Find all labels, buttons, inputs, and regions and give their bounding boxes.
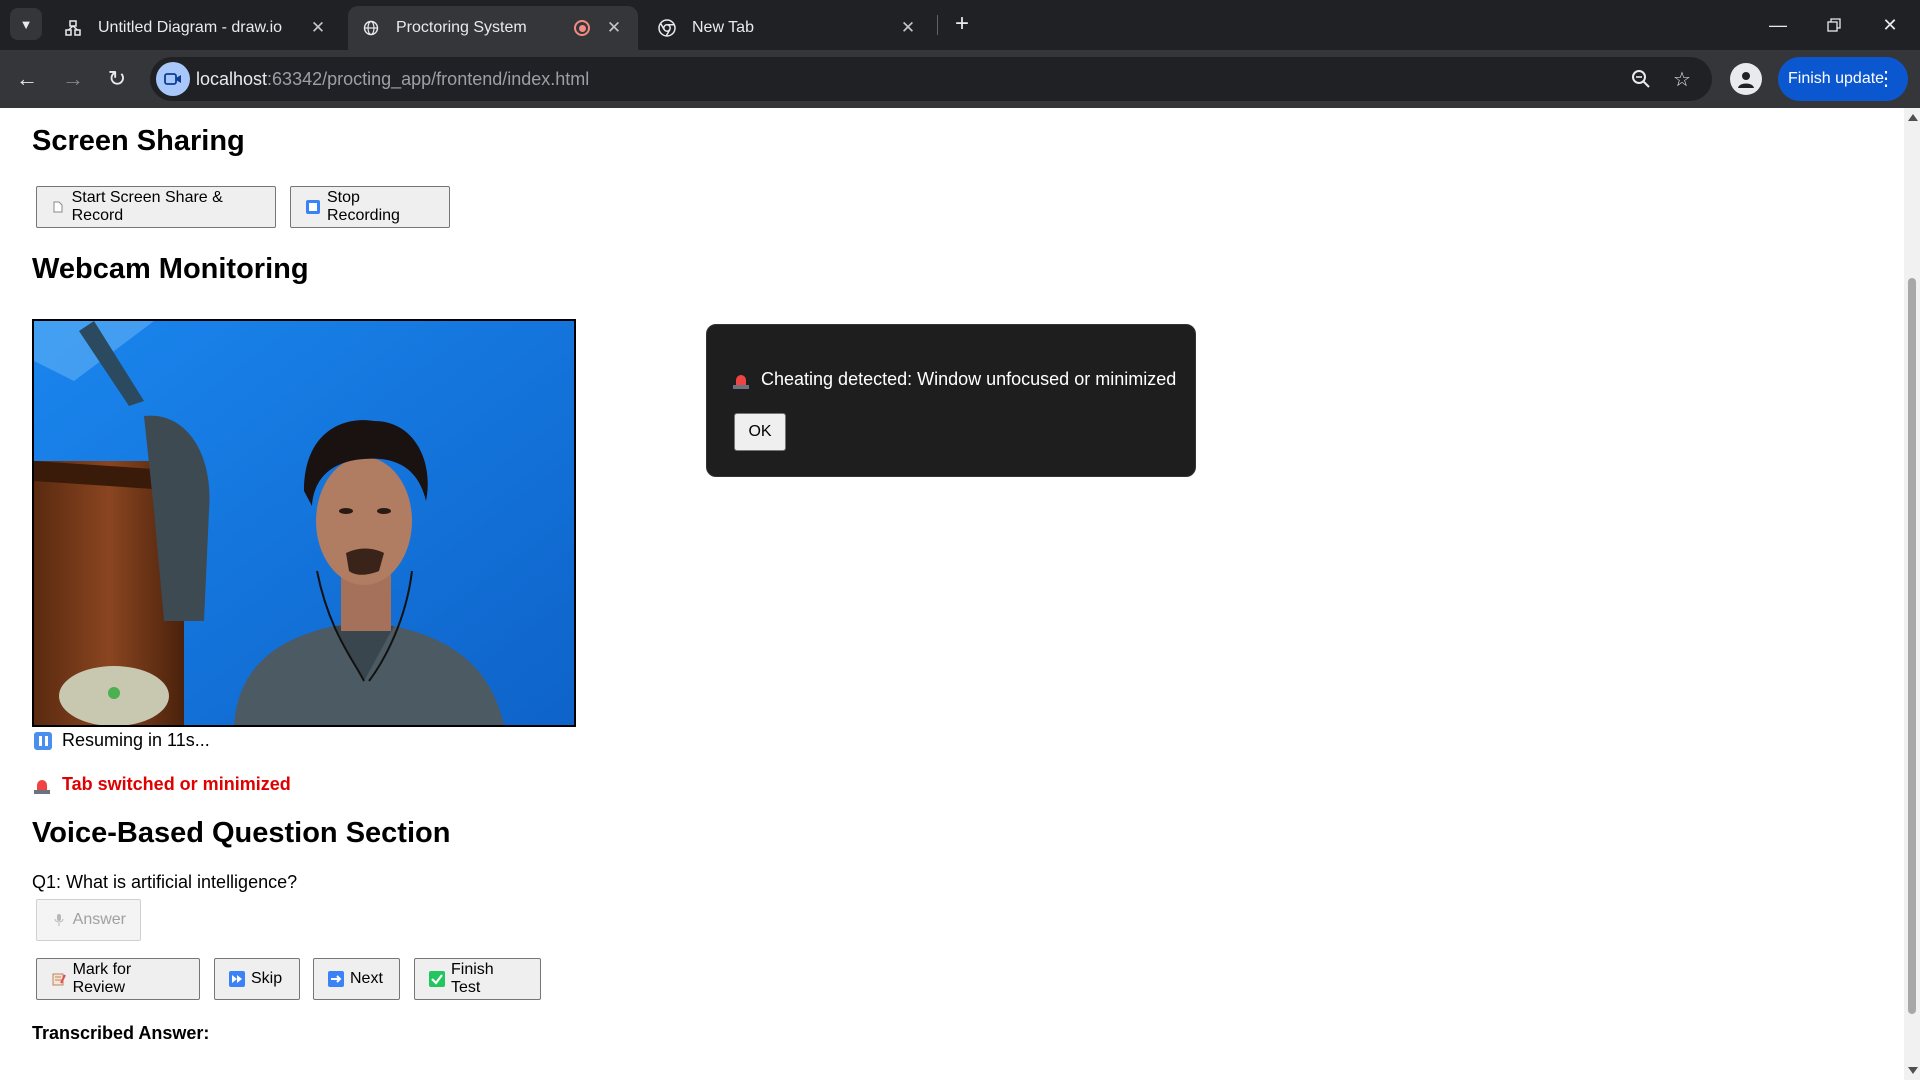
scroll-up-icon[interactable] <box>1908 114 1918 121</box>
fast-forward-icon <box>229 971 245 987</box>
url-text[interactable]: localhost:63342/procting_app/frontend/in… <box>196 69 589 90</box>
cheating-alert-text: Cheating detected: Window unfocused or m… <box>761 369 1177 389</box>
drawio-icon <box>64 19 82 37</box>
start-screen-share-button[interactable]: Start Screen Share & Record <box>36 186 276 228</box>
mark-for-review-label: Mark for Review <box>72 961 132 996</box>
profile-icon[interactable] <box>1730 63 1762 95</box>
back-icon[interactable]: ← <box>10 62 44 96</box>
tab-new-tab[interactable]: New Tab ✕ <box>644 6 932 50</box>
webcam-frame <box>34 321 574 725</box>
check-icon <box>429 971 445 987</box>
new-tab-icon[interactable]: + <box>948 10 976 38</box>
page-viewport: Screen Sharing Start Screen Share & Reco… <box>0 108 1904 1080</box>
more-icon[interactable]: ⋮ <box>1876 66 1896 91</box>
microphone-icon <box>51 912 67 928</box>
scroll-thumb[interactable] <box>1908 278 1916 1014</box>
right-arrow-icon <box>328 971 344 987</box>
webcam-heading: Webcam Monitoring <box>32 253 309 285</box>
tab-title: New Tab <box>692 19 754 36</box>
tab-search-icon[interactable]: ▼ <box>10 8 42 40</box>
close-window-icon[interactable]: ✕ <box>1862 0 1918 50</box>
start-screen-share-label: Start Screen Share & Record <box>71 189 223 224</box>
reload-icon[interactable]: ↻ <box>100 62 134 96</box>
recording-icon <box>574 20 590 36</box>
tab-title: Proctoring System <box>396 19 527 36</box>
screen-sharing-heading: Screen Sharing <box>32 125 245 157</box>
close-tab-icon[interactable]: ✕ <box>308 18 328 38</box>
tab-switch-alert-text: Tab switched or minimized <box>62 774 291 794</box>
minimize-icon[interactable]: — <box>1750 0 1806 50</box>
finish-update-button[interactable]: Finish update ⋮ <box>1778 57 1908 101</box>
siren-icon <box>34 776 50 794</box>
next-label: Next <box>350 970 383 987</box>
webcam-status-text: Resuming in 11s... <box>62 730 210 750</box>
browser-tab-bar: ▼ Untitled Diagram - draw.io ✕ Proctorin… <box>0 0 1920 50</box>
siren-icon <box>733 371 749 389</box>
webcam-video <box>32 319 576 727</box>
url-path: :63342/procting_app/frontend/index.html <box>267 69 590 89</box>
document-icon <box>51 199 66 215</box>
finish-test-button[interactable]: Finish Test <box>414 958 541 1000</box>
chrome-icon <box>658 19 676 37</box>
answer-button[interactable]: Answer <box>36 899 141 941</box>
transcribed-answer-label: Transcribed Answer: <box>32 1023 210 1043</box>
stop-recording-label: Stop Recording <box>327 189 400 224</box>
close-tab-icon[interactable]: ✕ <box>604 18 624 38</box>
pause-icon <box>34 731 52 750</box>
tab-title: Untitled Diagram - draw.io <box>98 19 283 36</box>
mark-for-review-button[interactable]: Mark for Review <box>36 958 200 1000</box>
voice-section-heading: Voice-Based Question Section <box>32 817 451 849</box>
tab-proctoring-system[interactable]: Proctoring System ✕ <box>348 6 638 50</box>
webcam-status: Resuming in 11s... <box>34 730 210 751</box>
stop-icon <box>305 199 321 215</box>
address-bar[interactable]: localhost:63342/procting_app/frontend/in… <box>150 57 1712 101</box>
restore-icon[interactable] <box>1806 0 1862 50</box>
page-scrollbar[interactable] <box>1904 108 1920 1080</box>
tab-switch-alert: Tab switched or minimized <box>34 774 291 795</box>
question-text: Q1: What is artificial intelligence? <box>32 872 298 892</box>
cheating-alert-message: Cheating detected: Window unfocused or m… <box>733 369 1176 390</box>
site-camera-icon[interactable] <box>156 62 190 96</box>
memo-icon <box>51 971 67 987</box>
skip-label: Skip <box>251 970 283 987</box>
zoom-icon[interactable] <box>1628 66 1654 92</box>
stop-recording-button[interactable]: Stop Recording <box>290 186 450 228</box>
globe-icon <box>362 19 380 37</box>
star-icon[interactable]: ☆ <box>1669 66 1695 92</box>
ok-button[interactable]: OK <box>734 413 786 451</box>
next-button[interactable]: Next <box>313 958 400 1000</box>
url-host: localhost <box>196 69 268 89</box>
transcribed-answer-value: ... <box>32 1066 48 1080</box>
finish-test-label: Finish Test <box>451 961 494 996</box>
close-tab-icon[interactable]: ✕ <box>898 18 918 38</box>
answer-label: Answer <box>72 911 126 928</box>
browser-toolbar: ← → ↻ localhost:63342/procting_app/front… <box>0 50 1920 108</box>
tab-separator <box>937 15 938 35</box>
forward-icon[interactable]: → <box>56 62 90 96</box>
finish-update-label: Finish update <box>1788 70 1885 87</box>
tab-drawio[interactable]: Untitled Diagram - draw.io ✕ <box>50 6 342 50</box>
cheating-alert-dialog: Cheating detected: Window unfocused or m… <box>706 324 1196 477</box>
skip-button[interactable]: Skip <box>214 958 300 1000</box>
scroll-down-icon[interactable] <box>1908 1067 1918 1074</box>
